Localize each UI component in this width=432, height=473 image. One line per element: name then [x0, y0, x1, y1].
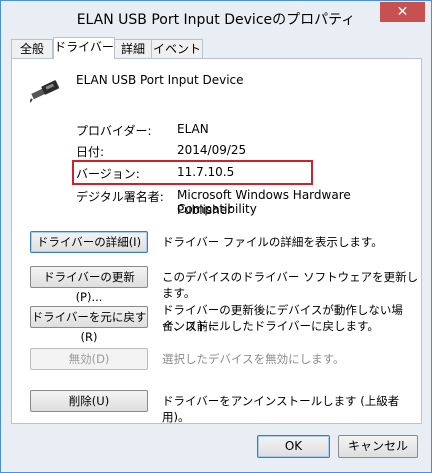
- disable-device-button[interactable]: 無効(D): [30, 348, 148, 370]
- date-label: 日付:: [76, 145, 105, 159]
- tab-details[interactable]: 詳細: [114, 39, 152, 58]
- date-value: 2014/09/25: [177, 143, 247, 157]
- tab-events[interactable]: イベント: [151, 39, 203, 58]
- ok-button[interactable]: OK: [257, 435, 330, 458]
- properties-dialog: ELAN USB Port Input Deviceのプロパティ ✕ 全般 ドラ…: [0, 0, 432, 473]
- version-value: 11.7.10.5: [177, 165, 235, 179]
- device-name: ELAN USB Port Input Device: [76, 73, 244, 87]
- close-button[interactable]: ✕: [380, 2, 425, 22]
- provider-value: ELAN: [177, 122, 209, 136]
- version-label: バージョン:: [76, 167, 140, 181]
- cancel-button[interactable]: キャンセル: [338, 435, 418, 458]
- provider-label: プロバイダー:: [76, 124, 152, 138]
- signer-value-line2: Publisher: [177, 203, 233, 217]
- uninstall-description: ドライバーをアンインストールします (上級者用)。: [162, 394, 400, 424]
- driver-details-button[interactable]: ドライバーの詳細(I): [30, 231, 148, 253]
- tab-general[interactable]: 全般: [11, 39, 53, 58]
- driver-details-description: ドライバー ファイルの詳細を表示します。: [162, 235, 383, 249]
- usb-connector-icon: [30, 80, 60, 103]
- update-driver-button[interactable]: ドライバーの更新(P)...: [30, 266, 148, 304]
- close-icon: ✕: [396, 4, 409, 20]
- rollback-driver-button[interactable]: ドライバーを元に戻す(R): [30, 306, 148, 344]
- signer-label: デジタル署名者:: [76, 190, 164, 204]
- window-title: ELAN USB Port Input Deviceのプロパティ: [76, 12, 356, 28]
- tab-driver[interactable]: ドライバー: [53, 37, 115, 59]
- title-bar[interactable]: ELAN USB Port Input Deviceのプロパティ ✕: [1, 1, 431, 33]
- driver-panel: ELAN USB Port Input Device プロバイダー: ELAN …: [11, 58, 422, 424]
- update-driver-description: このデバイスのドライバー ソフトウェアを更新します。: [162, 270, 419, 300]
- rollback-description-line2: インストールしたドライバーに戻します。: [162, 319, 379, 333]
- uninstall-driver-button[interactable]: 削除(U): [30, 390, 148, 412]
- disable-description: 選択したデバイスを無効にします。: [162, 352, 345, 366]
